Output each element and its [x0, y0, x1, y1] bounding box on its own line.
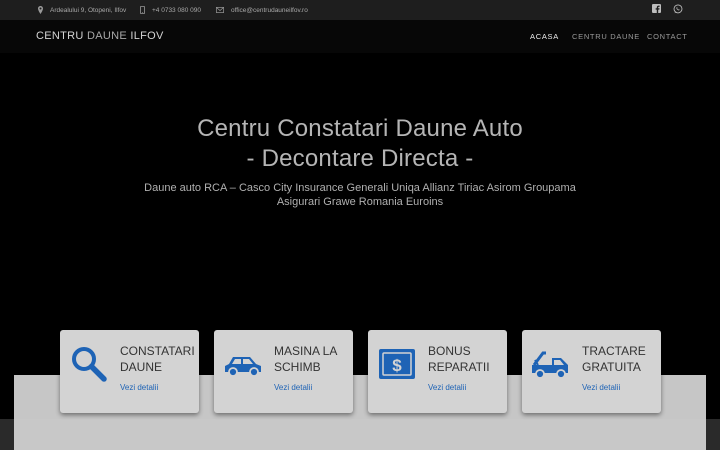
card-details-link[interactable]: Vezi detalii [428, 383, 466, 392]
card-details-link[interactable]: Vezi detalii [274, 383, 312, 392]
hero-subtitle-line-1: Daune auto RCA – Casco City Insurance Ge… [144, 182, 576, 194]
mobile-phone-icon [140, 6, 145, 14]
service-card-bonus-reparatii[interactable]: $ BONUS REPARATII Vezi detalii [368, 330, 507, 413]
card-title: CONSTATARI DAUNE [120, 343, 198, 375]
phone-info[interactable]: +4 0733 080 090 [140, 0, 201, 20]
phone-text[interactable]: +4 0733 080 090 [152, 7, 201, 14]
card-title: MASINA LA SCHIMB [274, 343, 352, 375]
service-card-tractare-gratuita[interactable]: TRACTARE GRATUITA Vezi detalii [522, 330, 661, 413]
card-details-link[interactable]: Vezi detalii [120, 383, 158, 392]
card-details-link[interactable]: Vezi detalii [582, 383, 620, 392]
card-title-line-2: REPARATII [428, 360, 490, 374]
hero-subtitle-line-2: Asigurari Grawe Romania Euroins [276, 196, 444, 208]
brand-logo[interactable]: CENTRU DAUNE ILFOV [36, 30, 164, 42]
email-text[interactable]: office@centrudauneilfov.ro [231, 7, 308, 14]
address-info: Ardealului 9, Otopeni, Ilfov [38, 0, 126, 20]
card-title-line-2: DAUNE [120, 360, 163, 374]
card-title-line-2: SCHIMB [274, 360, 321, 374]
navbar: CENTRU DAUNE ILFOV ACASA CENTRU DAUNE CO… [0, 20, 720, 53]
dollar-bill-icon: $ [379, 349, 415, 379]
nav-item-centru-daune[interactable]: CENTRU DAUNE [572, 32, 640, 41]
card-title-line-1: MASINA LA [274, 344, 338, 358]
brand-word-3: ILFOV [130, 30, 164, 42]
whatsapp-icon[interactable] [673, 4, 683, 14]
map-pin-icon [38, 6, 43, 14]
tow-truck-icon [532, 351, 568, 379]
email-info[interactable]: office@centrudauneilfov.ro [216, 0, 308, 20]
card-title-line-2: GRATUITA [582, 360, 641, 374]
brand-word-1: CENTRU [36, 30, 84, 42]
service-card-constatari-daune[interactable]: CONSTATARI DAUNE Vezi detalii [60, 330, 199, 413]
card-title-line-1: CONSTATARI [120, 344, 195, 358]
card-title-line-1: BONUS [428, 344, 471, 358]
service-card-masina-la-schimb[interactable]: MASINA LA SCHIMB Vezi detalii [214, 330, 353, 413]
card-title: TRACTARE GRATUITA [582, 343, 660, 375]
nav-item-acasa[interactable]: ACASA [530, 32, 559, 41]
card-title-line-1: TRACTARE [582, 344, 646, 358]
svg-text:$: $ [392, 356, 402, 375]
address-text: Ardealului 9, Otopeni, Ilfov [50, 6, 127, 14]
services-panel-lower [14, 419, 706, 450]
envelope-icon [216, 7, 224, 13]
nav-item-contact[interactable]: CONTACT [647, 32, 688, 41]
hero-title-line-2: - Decontare Directa - [246, 145, 474, 172]
car-icon [225, 357, 261, 377]
card-title: BONUS REPARATII [428, 343, 506, 375]
facebook-icon[interactable] [652, 4, 661, 13]
magnifier-icon [72, 347, 107, 382]
hero-title-line-1: Centru Constatari Daune Auto [197, 115, 523, 142]
brand-word-2: DAUNE [87, 30, 128, 42]
top-info-bar: Ardealului 9, Otopeni, Ilfov +4 0733 080… [0, 0, 720, 20]
